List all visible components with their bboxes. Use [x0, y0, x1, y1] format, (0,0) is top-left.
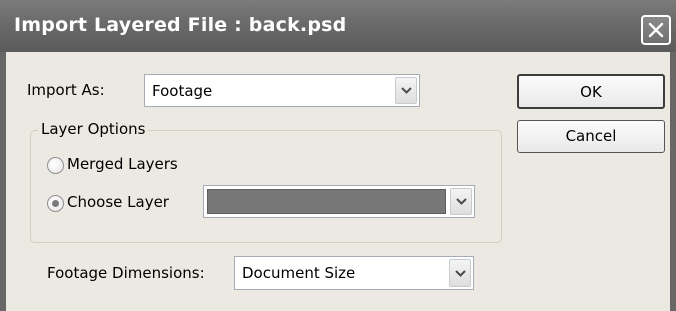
footage-dimensions-select[interactable]: Document Size — [234, 256, 474, 290]
layer-options-title: Layer Options — [38, 120, 149, 138]
radio-selected-dot — [52, 200, 59, 207]
footage-dimensions-label: Footage Dimensions: — [47, 264, 205, 282]
ok-button[interactable]: OK — [517, 74, 665, 109]
window-frame-right — [670, 52, 676, 311]
cancel-button-label: Cancel — [565, 127, 617, 145]
close-button[interactable] — [641, 15, 671, 45]
window-title: Import Layered File : back.psd — [14, 14, 347, 36]
footage-dimensions-dropdown-button[interactable] — [449, 259, 471, 287]
ok-button-label: OK — [580, 83, 602, 101]
import-layered-file-dialog: Import Layered File : back.psd Import As… — [0, 0, 676, 311]
choose-layer-value-field — [207, 189, 446, 214]
footage-dimensions-value: Document Size — [242, 264, 356, 282]
chevron-down-icon — [456, 198, 467, 205]
choose-layer-radio[interactable] — [47, 195, 64, 212]
import-as-select[interactable]: Footage — [144, 74, 420, 107]
choose-layer-dropdown-button[interactable] — [450, 188, 472, 215]
cancel-button[interactable]: Cancel — [517, 120, 665, 153]
merged-layers-radio[interactable] — [47, 157, 64, 174]
import-as-dropdown-button[interactable] — [395, 77, 417, 104]
import-as-label: Import As: — [27, 81, 105, 99]
chevron-down-icon — [401, 87, 412, 94]
choose-layer-label[interactable]: Choose Layer — [67, 193, 169, 211]
chevron-down-icon — [455, 270, 466, 277]
choose-layer-select[interactable] — [203, 185, 475, 218]
merged-layers-label[interactable]: Merged Layers — [67, 155, 178, 173]
import-as-value: Footage — [152, 82, 213, 100]
close-icon — [648, 22, 664, 38]
title-bar[interactable]: Import Layered File : back.psd — [0, 0, 676, 52]
window-frame-left — [0, 52, 6, 311]
